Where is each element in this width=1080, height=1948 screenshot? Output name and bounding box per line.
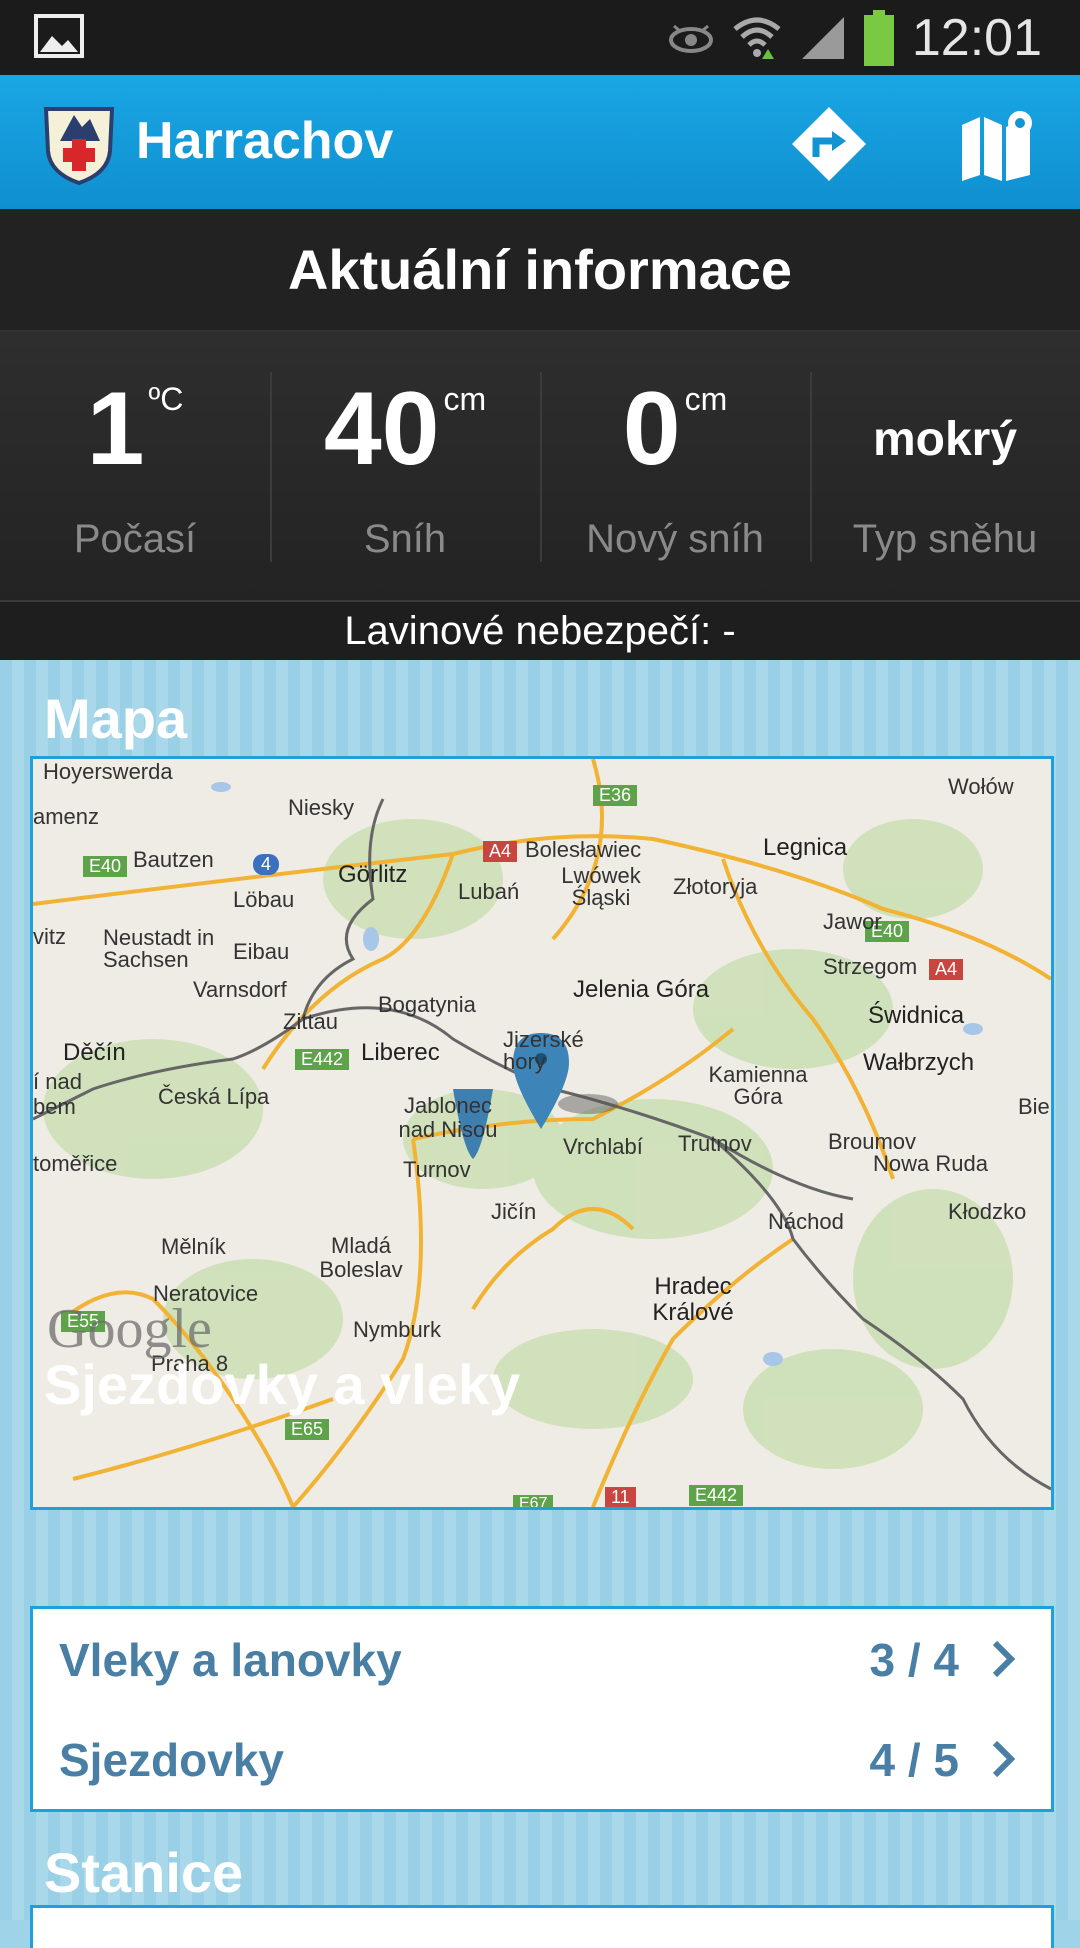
stats-panel: 1 ºC Počasí 40 cm Sníh 0 cm Nový sníh mokrý…: [0, 332, 1080, 602]
map-label: Varnsdorf: [193, 977, 287, 1002]
stat-label: Počasí: [73, 517, 197, 561]
map-label: amenz: [33, 804, 100, 829]
map-label: Bolesławiec: [525, 837, 642, 862]
map-label: Görlitz: [338, 861, 408, 888]
road-badge: 4: [253, 854, 280, 875]
map-label: Náchod: [768, 1209, 844, 1234]
map-label: Mladá Boleslav: [319, 1233, 403, 1282]
map-label: Neustadt in Sachsen: [103, 925, 215, 972]
map-label: Mělník: [161, 1234, 226, 1259]
map-icon[interactable]: [958, 105, 1036, 183]
chevron-right-icon: [992, 1640, 1016, 1678]
mountain-rescue-logo: [43, 107, 115, 185]
stat-value: mokrý: [872, 413, 1018, 466]
list-item-count: 4 / 5: [869, 1734, 959, 1786]
chevron-right-icon: [992, 1740, 1016, 1778]
map-label: vitz: [33, 924, 66, 949]
map-label: Wałbrzych: [863, 1049, 975, 1076]
map-label: Löbau: [233, 887, 295, 912]
map-label: Złotoryja: [673, 874, 758, 899]
slopes-list: Vleky a lanovky 3 / 4 Sjezdovky 4 / 5: [30, 1606, 1054, 1812]
stat-new-snow: 0 cm Nový sníh: [540, 332, 810, 600]
map-label: bem: [33, 1094, 76, 1119]
list-item-label: Vleky a lanovky: [59, 1634, 402, 1686]
map-label: Bautzen: [133, 847, 214, 872]
stat-value: 1: [86, 371, 145, 487]
stat-label: Typ sněhu: [852, 517, 1038, 561]
battery-icon: [863, 9, 894, 66]
stat-snow: 40 cm Sníh: [270, 332, 540, 600]
map-label: Liberec: [361, 1039, 440, 1066]
stat-unit: ºC: [148, 381, 184, 417]
map-label: Bielaw: [1018, 1094, 1051, 1119]
map-label: Nymburk: [353, 1317, 442, 1342]
map-label: Niesky: [288, 795, 355, 820]
stat-weather: 1 ºC Počasí: [0, 332, 270, 600]
map-label: Zittau: [283, 1009, 339, 1034]
map-label: Wołów: [948, 774, 1014, 799]
avalanche-danger: Lavinové nebezpečí: -: [0, 602, 1080, 660]
map-section-title: Mapa: [44, 687, 188, 750]
stat-label: Sníh: [363, 517, 447, 561]
content-area: Mapa E40 E36 A4 E442 E55 E65 E67 E442 11…: [0, 660, 1080, 1948]
road-badge: E40: [83, 856, 128, 877]
map-label: Bogatynia: [378, 992, 476, 1017]
map-label: Česká Lípa: [158, 1084, 270, 1109]
road-badge: A4: [483, 841, 518, 862]
list-item-label: Sjezdovky: [59, 1734, 284, 1786]
map-label: Jawor: [823, 909, 882, 934]
stations-section-title: Stanice: [44, 1841, 244, 1904]
road-badge: 11: [605, 1487, 636, 1507]
wifi-icon: [733, 17, 781, 59]
map-label: Vrchlabí: [563, 1134, 643, 1159]
map-label: Strzegom: [823, 954, 918, 979]
page-title: Harrachov: [136, 112, 394, 170]
map-label: Děčín: [63, 1039, 126, 1066]
map-label: Lwówek Śląski: [561, 863, 641, 910]
road-badge: A4: [929, 959, 964, 980]
road-badge: E67: [513, 1495, 554, 1507]
map-label: Jablonec nad Nisou: [398, 1093, 498, 1142]
map-label: Jelenia Góra: [573, 976, 710, 1003]
eye-icon: [668, 24, 713, 53]
slopes-section-title: Sjezdovky a vleky: [44, 1353, 521, 1416]
map-label: Kłodzko: [948, 1199, 1027, 1224]
stat-snow-type: mokrý Typ sněhu: [810, 332, 1080, 600]
map-label: Nowa Ruda: [873, 1151, 988, 1176]
road-badge: E442: [295, 1049, 350, 1070]
stat-unit: cm: [443, 381, 487, 417]
map-label: Hoyerswerda: [43, 759, 173, 784]
map-label: Eibau: [233, 939, 290, 964]
map-label: í nad: [33, 1069, 82, 1094]
stat-value: 40: [323, 371, 440, 487]
action-bar: Harrachov: [0, 75, 1080, 209]
section-heading: Aktuální informace: [287, 238, 793, 301]
list-item-lifts[interactable]: Vleky a lanovky 3 / 4: [33, 1609, 1051, 1709]
stations-list: [30, 1905, 1054, 1948]
map-label: Trutnov: [678, 1131, 752, 1156]
stat-label: Nový sníh: [586, 517, 764, 561]
directions-icon[interactable]: [790, 105, 868, 183]
list-item-count: 3 / 4: [869, 1634, 959, 1686]
map-label: Kamienna Góra: [708, 1062, 808, 1109]
map-label: toměřice: [33, 1151, 118, 1176]
map-label: Hradec Králové: [652, 1273, 734, 1326]
status-bar: 12:01: [0, 0, 1080, 75]
map-label: Jičín: [491, 1199, 537, 1224]
map-label: Lubań: [458, 879, 520, 904]
signal-icon: [801, 16, 844, 59]
image-notification-icon: [34, 14, 84, 58]
list-item-slopes[interactable]: Sjezdovky 4 / 5: [33, 1709, 1051, 1809]
map-label: Jizerské hory: [503, 1027, 584, 1074]
map-label: Świdnica: [868, 1002, 965, 1029]
road-badge: E36: [593, 785, 638, 806]
map-label: Legnica: [763, 834, 848, 861]
current-info-header: Aktuální informace: [0, 209, 1080, 332]
road-badge: E65: [285, 1419, 330, 1440]
clock: 12:01: [911, 8, 1042, 67]
stat-value: 0: [622, 371, 681, 487]
stat-unit: cm: [684, 381, 728, 417]
road-badge: E442: [689, 1485, 744, 1506]
map-label: Turnov: [403, 1157, 471, 1182]
